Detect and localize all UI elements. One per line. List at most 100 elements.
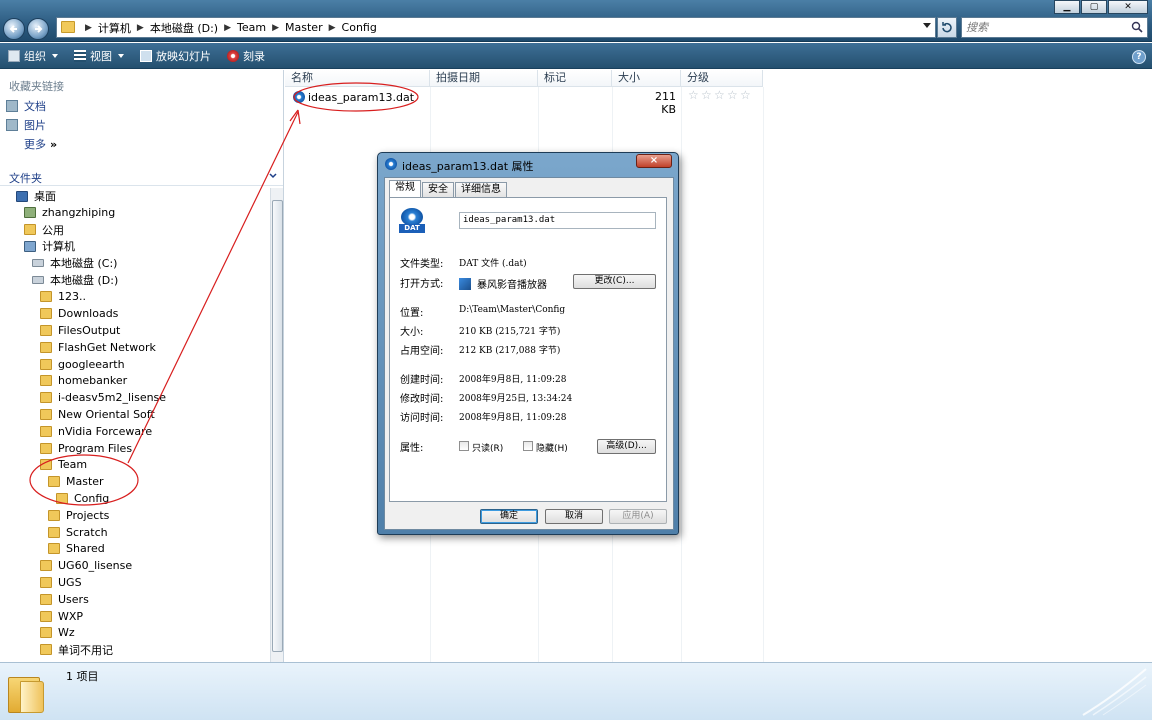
tree-item[interactable]: Team	[40, 457, 87, 473]
folder-icon	[40, 442, 52, 454]
tree-item[interactable]: googleearth	[40, 356, 125, 372]
folder-icon	[40, 560, 52, 572]
burn-button[interactable]: 刻录	[219, 43, 273, 69]
tree-item[interactable]: Scratch	[48, 524, 108, 540]
star-icon[interactable]: ☆	[714, 89, 725, 101]
minimize-button[interactable]: ▁	[1054, 0, 1080, 14]
star-icon[interactable]: ☆	[727, 89, 738, 101]
folders-header[interactable]: 文件夹	[0, 168, 283, 186]
address-input[interactable]: ▶ 计算机 ▶ 本地磁盘 (D:) ▶ Team ▶ Master ▶ Conf…	[56, 17, 936, 38]
folder-icon	[40, 610, 52, 622]
refresh-button[interactable]	[937, 17, 957, 38]
folders-header-label: 文件夹	[9, 172, 42, 185]
tree-item[interactable]: Shared	[48, 541, 105, 557]
cancel-button[interactable]: 取消	[545, 509, 603, 524]
tree-item[interactable]: Config	[56, 490, 109, 506]
tree-item-label: WXP	[58, 609, 84, 623]
tree-item-label: Config	[74, 491, 110, 505]
column-header-name[interactable]: 名称	[285, 70, 430, 87]
tree-item[interactable]: 计算机	[24, 238, 75, 254]
tree-item[interactable]: i-deasv5m2_lisense	[40, 390, 166, 406]
star-icon[interactable]: ☆	[740, 89, 751, 101]
tree-item[interactable]: 单词不用记	[40, 642, 113, 658]
breadcrumb-separator-icon: ▶	[224, 22, 232, 33]
filename-input[interactable]: ideas_param13.dat	[459, 212, 656, 229]
file-row[interactable]: ideas_param13.dat	[293, 89, 414, 105]
folder-icon	[40, 392, 52, 404]
search-box[interactable]	[961, 17, 1148, 38]
tree-item[interactable]: nVidia Forceware	[40, 423, 152, 439]
breadcrumb-team[interactable]: Team	[237, 21, 266, 34]
views-button[interactable]: 视图	[66, 43, 132, 69]
opens-with-value: 暴风影音播放器	[477, 280, 547, 291]
folder-large-icon	[8, 671, 44, 713]
tree-item[interactable]: 123..	[40, 289, 86, 305]
breadcrumb-computer[interactable]: 计算机	[98, 20, 131, 36]
size-label: 大小:	[400, 327, 424, 338]
tree-scrollbar[interactable]	[270, 188, 283, 662]
readonly-label[interactable]: 只读(R)	[472, 441, 503, 454]
slideshow-button[interactable]: 放映幻灯片	[132, 43, 219, 69]
readonly-checkbox[interactable]	[459, 441, 469, 451]
close-window-button[interactable]: ✕	[1108, 0, 1148, 14]
tree-item[interactable]: UGS	[40, 574, 82, 590]
advanced-button[interactable]: 高级(D)...	[597, 439, 656, 454]
tree-item-label: 公用	[42, 223, 64, 237]
ok-button[interactable]: 确定	[480, 509, 538, 524]
tree-item[interactable]: Downloads	[40, 306, 118, 322]
column-header-rating[interactable]: 分级	[681, 70, 763, 87]
tree-item[interactable]: Projects	[48, 507, 109, 523]
column-header-size[interactable]: 大小	[612, 70, 681, 87]
breadcrumb-config[interactable]: Config	[342, 21, 377, 34]
tree-item[interactable]: 桌面	[16, 188, 56, 204]
file-type-icon	[385, 158, 397, 170]
tree-item[interactable]: Master	[48, 474, 104, 490]
scrollbar-thumb[interactable]	[272, 200, 283, 652]
tree-item[interactable]: 公用	[24, 222, 64, 238]
tree-item[interactable]: Program Files	[40, 440, 132, 456]
favorite-pictures[interactable]: 图片	[6, 117, 46, 133]
forward-button[interactable]	[27, 18, 49, 40]
address-dropdown-icon[interactable]	[923, 23, 931, 28]
breadcrumb-drive-d[interactable]: 本地磁盘 (D:)	[150, 20, 218, 36]
column-header-date-taken[interactable]: 拍摄日期	[430, 70, 538, 87]
search-input[interactable]	[962, 18, 1122, 37]
tree-item[interactable]: WXP	[40, 608, 83, 624]
favorite-more[interactable]: 更多 »	[24, 136, 57, 152]
tree-item[interactable]: 本地磁盘 (C:)	[32, 255, 117, 271]
hidden-checkbox[interactable]	[523, 441, 533, 451]
maximize-button[interactable]: ▢	[1081, 0, 1107, 14]
change-button[interactable]: 更改(C)...	[573, 274, 656, 289]
breadcrumb-master[interactable]: Master	[285, 21, 323, 34]
back-button[interactable]	[3, 18, 25, 40]
star-icon[interactable]: ☆	[701, 89, 712, 101]
folder-icon	[61, 21, 75, 33]
tab-security[interactable]: 安全	[422, 182, 454, 197]
tree-item-label: i-deasv5m2_lisense	[58, 391, 167, 405]
tree-item[interactable]: zhangzhiping	[24, 205, 115, 221]
hidden-label[interactable]: 隐藏(H)	[536, 441, 568, 454]
favorite-documents[interactable]: 文档	[6, 98, 46, 114]
tree-item[interactable]: Users	[40, 591, 89, 607]
organize-button[interactable]: 组织	[0, 43, 66, 69]
tree-item[interactable]: Wz	[40, 625, 75, 641]
column-header-tags[interactable]: 标记	[538, 70, 612, 87]
tree-item[interactable]: UG60_lisense	[40, 558, 132, 574]
tree-item[interactable]: FilesOutput	[40, 322, 120, 338]
tab-details[interactable]: 详细信息	[455, 182, 507, 197]
file-rating[interactable]: ☆ ☆ ☆ ☆ ☆	[688, 89, 751, 101]
star-icon[interactable]: ☆	[688, 89, 699, 101]
favorite-label: 文档	[24, 100, 46, 113]
search-icon[interactable]	[1131, 21, 1143, 33]
tree-item[interactable]: homebanker	[40, 373, 127, 389]
tree-item-label: homebanker	[58, 374, 128, 388]
dialog-close-button[interactable]: ×	[636, 154, 672, 168]
apply-button[interactable]: 应用(A)	[609, 509, 667, 524]
tree-item[interactable]: New Oriental Soft	[40, 406, 155, 422]
help-icon[interactable]: ?	[1132, 50, 1146, 64]
folder-icon	[40, 408, 52, 420]
folder-icon	[48, 526, 60, 538]
tree-item[interactable]: 本地磁盘 (D:)	[32, 272, 118, 288]
tree-item[interactable]: FlashGet Network	[40, 339, 156, 355]
tab-general[interactable]: 常规	[389, 180, 421, 197]
